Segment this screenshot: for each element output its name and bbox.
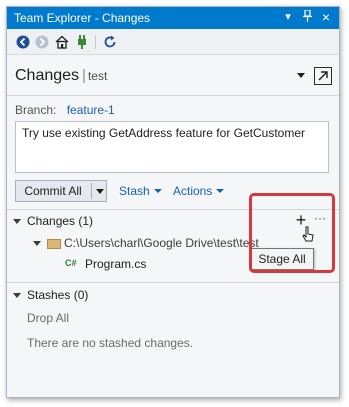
branch-link[interactable]: feature-1: [67, 103, 115, 117]
folder-tree-row[interactable]: [33, 236, 47, 250]
chevron-down-icon: [216, 189, 225, 193]
changes-section-header[interactable]: Changes (1): [13, 214, 93, 228]
pin-icon[interactable]: [300, 9, 314, 25]
actions-label: Actions: [173, 184, 213, 198]
page-title: Changes: [15, 67, 80, 84]
folder-expand-icon[interactable]: [33, 241, 41, 246]
connect-icon[interactable]: [74, 34, 90, 50]
page-menu-dropdown-icon[interactable]: [297, 73, 305, 78]
stashes-section-header[interactable]: Stashes (0): [13, 288, 88, 302]
window-menu-dropdown-icon[interactable]: ▾: [281, 10, 295, 25]
collapse-icon[interactable]: [13, 293, 21, 298]
actions-dropdown[interactable]: Actions: [173, 184, 225, 198]
file-name-program-cs[interactable]: Program.cs: [85, 257, 146, 271]
toolbar-separator: [95, 35, 96, 49]
stash-dropdown[interactable]: Stash: [119, 184, 162, 198]
back-icon[interactable]: [15, 34, 31, 50]
stashes-header-label: Stashes (0): [27, 288, 89, 302]
branch-label: Branch:: [15, 103, 57, 117]
close-icon[interactable]: ×: [319, 10, 333, 25]
toolbar: [7, 29, 339, 55]
forward-icon[interactable]: [34, 34, 50, 50]
page-title-separator: |: [82, 67, 86, 84]
branch-row: Branch: feature-1: [15, 103, 115, 117]
mouse-cursor-icon: [301, 225, 315, 247]
commit-all-label: Commit All: [24, 184, 82, 198]
commit-split-divider: [91, 183, 92, 199]
header-divider: [7, 95, 339, 96]
commit-all-button[interactable]: Commit All: [15, 180, 107, 202]
highlight-annotation: [249, 193, 335, 273]
folder-path: C:\Users\charl\Google Drive\test\test: [64, 236, 259, 250]
page-subtitle: test: [87, 69, 108, 83]
folder-icon: [47, 239, 61, 249]
page-header: Changes | test: [15, 67, 107, 85]
commit-message-input[interactable]: Try use existing GetAddress feature for …: [15, 121, 329, 173]
changes-page: Changes | test Branch: feature-1 Try use e…: [7, 55, 339, 397]
csharp-file-icon: C#: [65, 258, 77, 268]
home-icon[interactable]: [54, 34, 70, 50]
commit-dropdown-icon[interactable]: [96, 189, 104, 194]
collapse-icon[interactable]: [13, 219, 21, 224]
chevron-down-icon: [153, 189, 162, 193]
stash-label: Stash: [119, 184, 150, 198]
drop-all-link[interactable]: Drop All: [27, 311, 69, 325]
title-bar: Team Explorer - Changes ▾ ×: [7, 7, 339, 29]
changes-header-label: Changes (1): [27, 214, 94, 228]
window-title: Team Explorer - Changes: [14, 11, 151, 25]
stashes-section-divider: [7, 282, 339, 283]
no-stashes-message: There are no stashed changes.: [27, 336, 194, 350]
team-explorer-window: Team Explorer - Changes ▾ × Changes | test: [6, 6, 340, 398]
navigate-out-icon[interactable]: [314, 67, 332, 85]
refresh-icon[interactable]: [102, 34, 118, 50]
